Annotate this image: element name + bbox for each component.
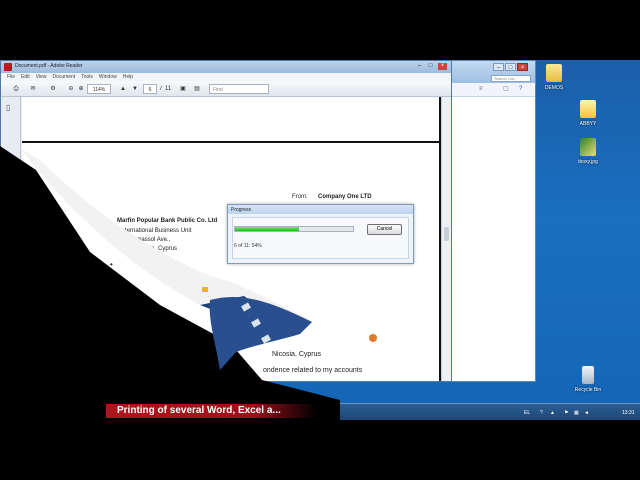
progress-dialog[interactable]: Progress Cancel 6 of 11: 54%	[227, 204, 414, 264]
save-icon[interactable]: ✉	[27, 84, 39, 94]
to-line-2: International Business Unit	[120, 228, 192, 234]
bullet: •	[110, 260, 113, 269]
from-label: From:	[292, 194, 308, 200]
recycle-bin-icon	[582, 366, 594, 384]
close-icon[interactable]: ×	[438, 63, 447, 70]
flag-icon[interactable]: ⚑	[564, 410, 568, 416]
menu-document[interactable]: Document	[52, 74, 75, 80]
desktop-icon-tboxy[interactable]: tboxy.jpg	[558, 138, 618, 165]
preview-pane-icon[interactable]: ▢	[503, 86, 510, 93]
progress-status: 6 of 11: 54%	[234, 243, 262, 249]
help-icon[interactable]: ?	[519, 86, 526, 93]
search-input[interactable]: Search Cat...	[491, 75, 531, 82]
navigation-panel: ▯	[1, 97, 21, 381]
window-title: Document.pdf - Adobe Reader	[15, 63, 83, 69]
explorer-window[interactable]: – □ × Search Cat... ≡ ▢ ?	[446, 60, 536, 382]
progress-bar-fill	[235, 227, 299, 231]
minimize-icon[interactable]: –	[415, 63, 424, 70]
page-border-top	[22, 141, 441, 143]
reader-titlebar[interactable]: Document.pdf - Adobe Reader – □ ×	[1, 61, 451, 73]
taskbar: EL ? ▲ ⚑ ▦ ◄ 13:31	[0, 403, 640, 420]
progress-title: Progress	[228, 205, 413, 214]
from-value: Company One LTD	[318, 194, 372, 200]
find-input[interactable]: Find	[209, 84, 269, 94]
scroll-thumb[interactable]	[444, 227, 449, 241]
zoom-out-icon[interactable]: ⊖	[67, 84, 75, 94]
close-icon[interactable]: ×	[517, 63, 528, 71]
body-line-correspondence: ondence related to my accounts	[263, 367, 363, 374]
adobe-reader-icon	[4, 63, 12, 71]
desktop: DEMOS ABBYY tboxy.jpg Recycle Bin – □ × …	[0, 60, 640, 420]
explorer-command-bar: ≡ ▢ ?	[447, 83, 535, 97]
cancel-button[interactable]: Cancel	[367, 224, 402, 235]
maximize-icon[interactable]: □	[426, 63, 435, 70]
menu-bar: File Edit View Document Tools Window Hel…	[1, 73, 451, 81]
network-icon[interactable]: ▦	[574, 410, 579, 416]
previous-page-icon[interactable]: ▲	[119, 84, 127, 94]
menu-help[interactable]: Help	[123, 74, 133, 80]
progress-bar	[234, 226, 354, 232]
menu-edit[interactable]: Edit	[21, 74, 30, 80]
desktop-icon-abbyy[interactable]: ABBYY	[558, 100, 618, 127]
page-number-field[interactable]: 6	[143, 84, 157, 94]
to-label: To:	[97, 217, 104, 223]
page-total: 11	[164, 86, 172, 92]
desktop-icon-label: ABBYY	[579, 121, 597, 127]
abbyy-icon	[580, 100, 596, 118]
folder-icon	[546, 64, 562, 82]
desktop-icon-label: Recycle Bin	[574, 387, 602, 393]
fit-width-icon[interactable]: ▤	[193, 84, 201, 94]
maximize-icon[interactable]: □	[505, 63, 516, 71]
system-tray: EL ? ▲ ⚑ ▦ ◄ 13:31	[510, 404, 640, 420]
reader-toolbar: ⎙ ✉ ⚙ ⊖ ⊕ 114% ▲ ▼ 6 / 11 ▣ ▤ Find	[1, 81, 451, 97]
language-indicator[interactable]: EL	[524, 410, 530, 416]
clock[interactable]: 13:31	[622, 410, 635, 416]
menu-window[interactable]: Window	[99, 74, 117, 80]
desktop-icon-label: tboxy.jpg	[578, 159, 598, 165]
zoom-in-icon[interactable]: ⊕	[77, 84, 85, 94]
volume-icon[interactable]: ◄	[584, 410, 589, 416]
next-page-icon[interactable]: ▼	[131, 84, 139, 94]
menu-file[interactable]: File	[7, 74, 15, 80]
body-line-nicosia: Nicosia, Cyprus	[272, 351, 322, 358]
minimize-icon[interactable]: –	[493, 63, 504, 71]
explorer-titlebar[interactable]: – □ × Search Cat...	[447, 61, 535, 83]
menu-view[interactable]: View	[36, 74, 47, 80]
fit-page-icon[interactable]: ▣	[179, 84, 187, 94]
to-line-4: 2025 Nicosia, Cyprus	[120, 246, 178, 252]
to-name: Marfin Popular Bank Public Co. Ltd	[117, 218, 218, 224]
print-icon[interactable]: ⎙	[11, 84, 21, 94]
video-frame: DEMOS ABBYY tboxy.jpg Recycle Bin – □ × …	[0, 0, 640, 480]
mouse-cursor	[369, 334, 377, 342]
view-options-icon[interactable]: ≡	[479, 86, 486, 93]
to-line-3: 154 Limassol Ave.,	[120, 237, 171, 243]
tray-icon-arrow[interactable]: ▲	[550, 410, 555, 416]
vertical-scrollbar[interactable]	[441, 97, 451, 381]
image-file-icon	[580, 138, 596, 156]
pages-icon[interactable]: ▯	[6, 103, 10, 112]
tray-icon-help[interactable]: ?	[540, 410, 543, 416]
menu-tools[interactable]: Tools	[81, 74, 93, 80]
collaborate-icon[interactable]: ⚙	[47, 84, 59, 94]
caption-banner: Printing of several Word, Excel a...	[106, 404, 316, 418]
zoom-field[interactable]: 114%	[87, 84, 111, 94]
desktop-icon-recycle-bin[interactable]: Recycle Bin	[558, 366, 618, 393]
